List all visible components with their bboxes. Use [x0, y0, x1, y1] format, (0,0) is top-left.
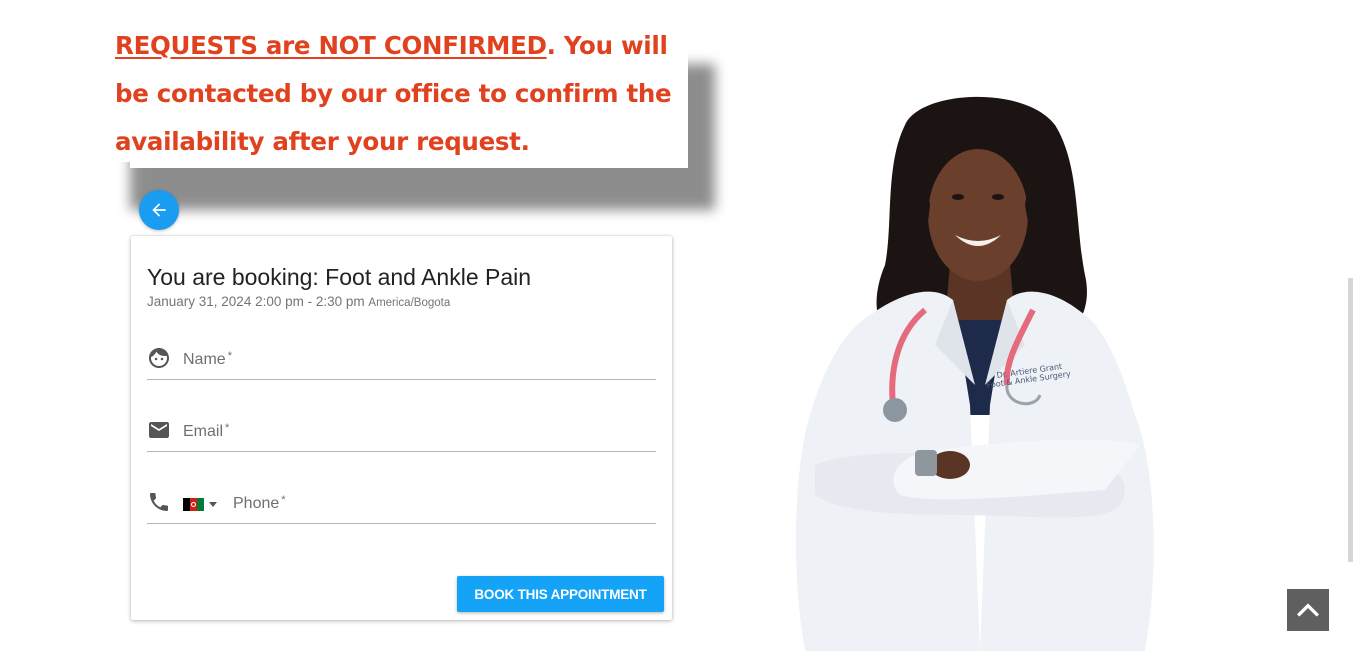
booking-datetime-line: January 31, 2024 2:00 pm - 2:30 pm Ameri…	[147, 294, 450, 309]
phone-icon	[150, 493, 168, 511]
phone-label: Phone *	[233, 494, 286, 512]
face-icon	[149, 348, 169, 368]
country-code-selector[interactable]	[183, 497, 219, 513]
scroll-to-top-button[interactable]	[1287, 589, 1329, 631]
notice-underlined: REQUESTS are NOT CONFIRMED	[115, 31, 547, 60]
booking-title: You are booking: Foot and Ankle Pain	[147, 264, 532, 290]
book-appointment-button[interactable]: BOOK THIS APPOINTMENT	[457, 576, 664, 612]
name-label: Name *	[183, 350, 232, 368]
caret-down-icon	[209, 502, 217, 507]
booking-datetime: January 31, 2024 2:00 pm - 2:30 pm	[147, 294, 365, 309]
email-label: Email *	[183, 422, 230, 440]
phone-field[interactable]: Phone *	[147, 484, 656, 524]
chevron-up-icon	[1297, 603, 1319, 617]
back-button[interactable]	[139, 190, 179, 230]
booking-timezone: America/Bogota	[368, 297, 451, 309]
doctor-photo: Dr. Artiere Grant Foot & Ankle Surgery	[795, 96, 1154, 651]
page-scrollbar[interactable]	[1348, 278, 1353, 562]
email-field[interactable]: Email *	[147, 412, 656, 452]
booking-form-card: You are booking: Foot and Ankle Pain Jan…	[131, 236, 672, 620]
name-field[interactable]: Name *	[147, 340, 656, 380]
arrow-left-icon	[152, 203, 166, 217]
notice-text: REQUESTS are NOT CONFIRMED. You will be …	[115, 22, 688, 166]
notice-divider	[130, 162, 688, 168]
afghanistan-flag-icon	[183, 498, 204, 511]
envelope-icon	[149, 422, 169, 438]
confirmation-notice: REQUESTS are NOT CONFIRMED. You will be …	[108, 12, 688, 162]
